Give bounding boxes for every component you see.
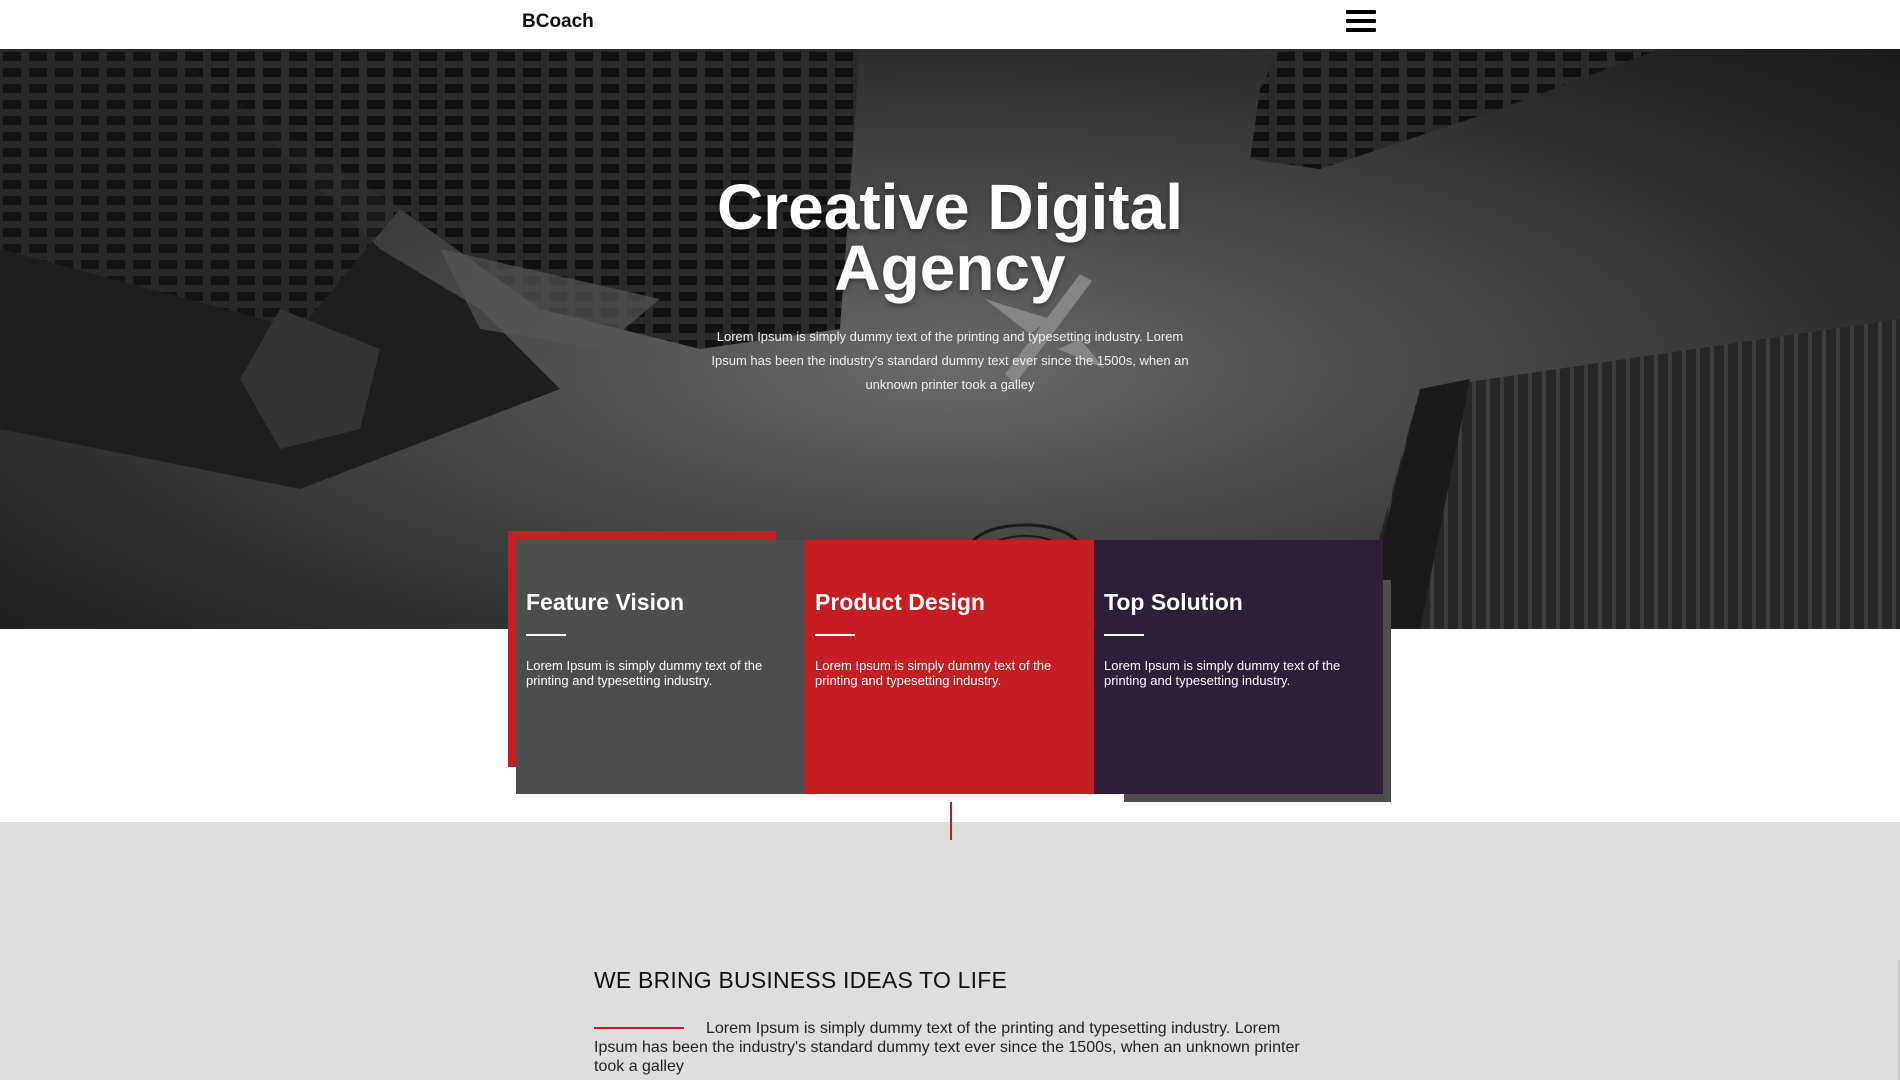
- feature-card-text: Lorem Ipsum is simply dummy text of the …: [526, 658, 763, 688]
- hero-title-line-1: Creative Digital: [717, 171, 1183, 243]
- feature-cards: Feature Vision Lorem Ipsum is simply dum…: [516, 540, 1383, 794]
- feature-card-title: Top Solution: [1104, 589, 1243, 615]
- feature-card-divider: [815, 634, 855, 636]
- about-section: WE BRING BUSINESS IDEAS TO LIFE Lorem Ip…: [0, 822, 1900, 1080]
- about-text: Lorem Ipsum is simply dummy text of the …: [594, 1020, 1300, 1075]
- feature-card-divider: [1104, 634, 1144, 636]
- feature-card-text: Lorem Ipsum is simply dummy text of the …: [815, 658, 1052, 688]
- brand-logo[interactable]: BCoach: [522, 11, 594, 33]
- menu-bar-top: [1346, 10, 1376, 14]
- hero-title-line-2: Agency: [834, 232, 1066, 304]
- section-connector-line: [950, 802, 952, 840]
- feature-card-title: Product Design: [815, 589, 985, 615]
- hero-description: Lorem Ipsum is simply dummy text of the …: [711, 329, 1189, 392]
- feature-card-text: Lorem Ipsum is simply dummy text of the …: [1104, 658, 1341, 688]
- feature-card-top-solution[interactable]: Top Solution Lorem Ipsum is simply dummy…: [1094, 540, 1383, 794]
- hamburger-menu-icon[interactable]: [1346, 10, 1376, 36]
- feature-card-title: Feature Vision: [526, 589, 685, 615]
- menu-bar-bottom: [1346, 28, 1376, 32]
- top-navbar: BCoach: [0, 0, 1900, 49]
- hero-title: Creative Digital Agency: [0, 171, 1900, 304]
- about-heading: WE BRING BUSINESS IDEAS TO LIFE: [594, 967, 1008, 993]
- feature-card-divider: [526, 634, 566, 636]
- feature-card-product-design[interactable]: Product Design Lorem Ipsum is simply dum…: [805, 540, 1094, 794]
- menu-bar-middle: [1346, 19, 1376, 23]
- feature-card-vision[interactable]: Feature Vision Lorem Ipsum is simply dum…: [516, 540, 805, 794]
